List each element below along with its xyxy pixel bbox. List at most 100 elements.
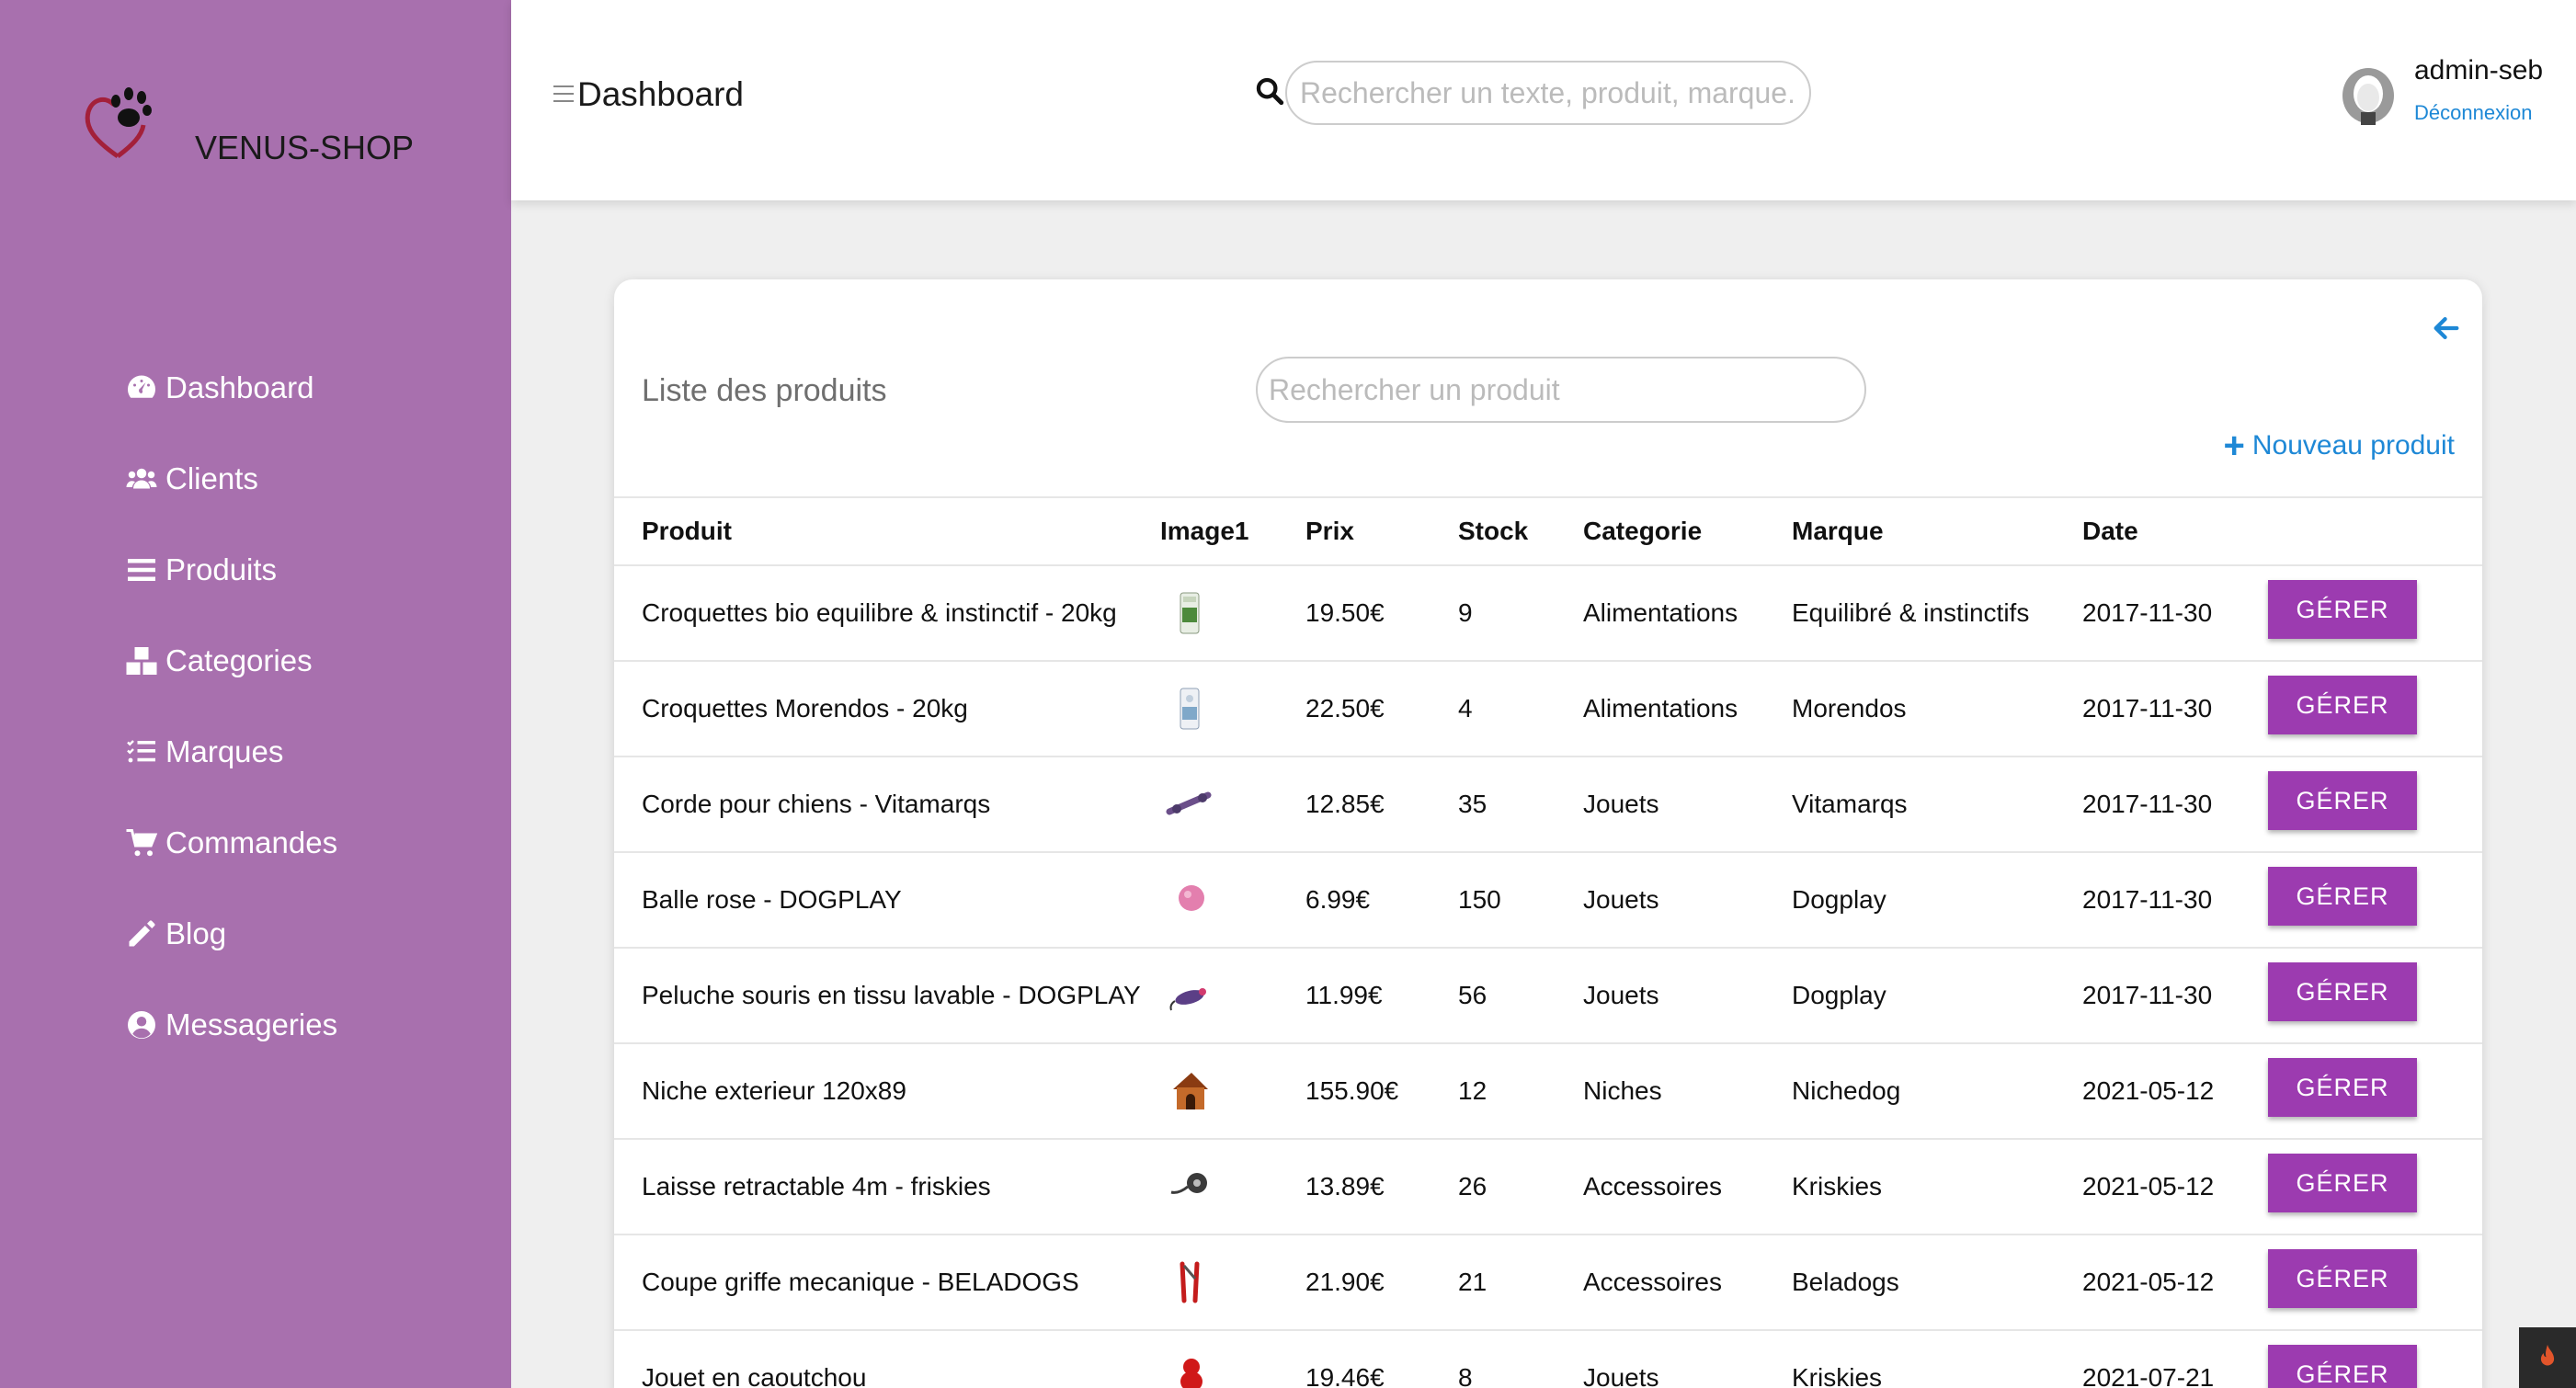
products-title: Liste des produits: [642, 373, 887, 408]
sidebar-item-messageries[interactable]: Messageries: [123, 979, 337, 1070]
boxes-icon: [123, 643, 160, 679]
avatar[interactable]: [2341, 66, 2396, 125]
sidebar-item-label: Produits: [165, 552, 278, 586]
product-category: Accessoires: [1583, 1234, 1792, 1331]
list-icon: [123, 552, 160, 588]
product-brand: Kriskies: [1792, 1330, 2082, 1388]
product-category: Jouets: [1583, 757, 1792, 853]
product-brand: Nichedog: [1792, 1043, 2082, 1140]
new-product-button[interactable]: + Nouveau produit: [2223, 426, 2455, 466]
product-stock: 21: [1458, 1234, 1583, 1331]
flame-icon: [2540, 1344, 2555, 1366]
product-category: Jouets: [1583, 948, 1792, 1044]
sidebar-item-dashboard[interactable]: Dashboard: [123, 342, 337, 433]
page-title: Dashboard: [577, 75, 745, 113]
sidebar-item-label: Blog: [165, 916, 227, 950]
sidebar: VENUS-SHOP Dashboard Clients Produits Ca…: [0, 0, 511, 1388]
brand-logo[interactable]: VENUS-SHOP: [81, 81, 414, 169]
manage-button[interactable]: GÉRER: [2268, 580, 2417, 639]
product-image-kibble-bag[interactable]: [1166, 587, 1212, 639]
sidebar-item-blog[interactable]: Blog: [123, 888, 337, 979]
product-name: Croquettes Morendos - 20kg: [614, 661, 1160, 757]
product-stock: 35: [1458, 757, 1583, 853]
product-image-doghouse[interactable]: [1166, 1065, 1212, 1117]
sidebar-item-produits[interactable]: Produits: [123, 524, 337, 615]
table-row: Niche exterieur 120x89 155.90€ 12 Niches…: [614, 1043, 2482, 1140]
product-image-rubber-toy[interactable]: [1166, 1352, 1212, 1388]
dashboard-icon: [123, 370, 160, 406]
product-name: Croquettes bio equilibre & instinctif - …: [614, 565, 1160, 662]
product-image-pink-ball[interactable]: [1166, 874, 1212, 926]
debug-toolbar-toggle[interactable]: [2519, 1327, 2576, 1388]
manage-button[interactable]: GÉRER: [2268, 1249, 2417, 1308]
table-row: Balle rose - DOGPLAY 6.99€ 150 Jouets Do…: [614, 852, 2482, 949]
manage-button[interactable]: GÉRER: [2268, 962, 2417, 1021]
product-price: 19.50€: [1305, 565, 1458, 662]
col-header-stock[interactable]: Stock: [1458, 496, 1583, 566]
table-row: Croquettes Morendos - 20kg 22.50€ 4 Alim…: [614, 661, 2482, 757]
new-product-label: Nouveau produit: [2251, 430, 2455, 461]
menu-toggle-icon[interactable]: [553, 85, 574, 106]
brand-name: VENUS-SHOP: [195, 129, 415, 166]
product-stock: 4: [1458, 661, 1583, 757]
user-circle-icon: [123, 1007, 160, 1043]
manage-button[interactable]: GÉRER: [2268, 1345, 2417, 1388]
product-image-nail-clipper[interactable]: [1166, 1257, 1212, 1308]
col-header-prix[interactable]: Prix: [1305, 496, 1458, 566]
manage-button[interactable]: GÉRER: [2268, 867, 2417, 926]
product-brand: Morendos: [1792, 661, 2082, 757]
sidebar-item-categories[interactable]: Categories: [123, 615, 337, 706]
product-price: 13.89€: [1305, 1139, 1458, 1235]
sidebar-item-label: Clients: [165, 461, 258, 495]
product-price: 21.90€: [1305, 1234, 1458, 1331]
search-icon[interactable]: [1254, 75, 1285, 107]
sidebar-item-clients[interactable]: Clients: [123, 433, 337, 524]
product-search-input[interactable]: [1256, 357, 1866, 423]
product-category: Jouets: [1583, 1330, 1792, 1388]
product-image-mouse-plush[interactable]: [1166, 970, 1212, 1021]
product-date: 2017-11-30: [2082, 852, 2268, 949]
product-image-rope-toy[interactable]: [1166, 779, 1212, 830]
product-date: 2017-11-30: [2082, 757, 2268, 853]
tasks-icon: [123, 734, 160, 770]
sidebar-item-marques[interactable]: Marques: [123, 706, 337, 797]
col-header-categorie[interactable]: Categorie: [1583, 496, 1792, 566]
product-stock: 8: [1458, 1330, 1583, 1388]
sidebar-item-label: Marques: [165, 734, 284, 768]
col-header-marque[interactable]: Marque: [1792, 496, 2082, 566]
product-stock: 26: [1458, 1139, 1583, 1235]
product-name: Peluche souris en tissu lavable - DOGPLA…: [614, 948, 1160, 1044]
product-date: 2021-05-12: [2082, 1043, 2268, 1140]
product-date: 2021-05-12: [2082, 1234, 2268, 1331]
sidebar-item-commandes[interactable]: Commandes: [123, 797, 337, 888]
manage-button[interactable]: GÉRER: [2268, 676, 2417, 734]
sidebar-nav: Dashboard Clients Produits Categories Ma…: [123, 342, 337, 1070]
cart-icon: [123, 825, 160, 861]
product-stock: 150: [1458, 852, 1583, 949]
product-price: 155.90€: [1305, 1043, 1458, 1140]
product-image-kibble-bag[interactable]: [1166, 683, 1212, 734]
plus-icon: +: [2223, 426, 2245, 466]
product-stock: 9: [1458, 565, 1583, 662]
product-date: 2017-11-30: [2082, 565, 2268, 662]
products-table: Produit Image1 Prix Stock Categorie Marq…: [614, 496, 2482, 1388]
product-image-leash[interactable]: [1166, 1161, 1212, 1212]
product-price: 11.99€: [1305, 948, 1458, 1044]
product-brand: Beladogs: [1792, 1234, 2082, 1331]
manage-button[interactable]: GÉRER: [2268, 771, 2417, 830]
sidebar-item-label: Dashboard: [165, 370, 314, 404]
col-header-actions: [2268, 496, 2482, 566]
logout-link[interactable]: Déconnexion: [2414, 101, 2532, 125]
product-name: Balle rose - DOGPLAY: [614, 852, 1160, 949]
product-name: Laisse retractable 4m - friskies: [614, 1139, 1160, 1235]
col-header-produit[interactable]: Produit: [614, 496, 1160, 566]
product-price: 12.85€: [1305, 757, 1458, 853]
manage-button[interactable]: GÉRER: [2268, 1154, 2417, 1212]
back-arrow-icon[interactable]: [2431, 313, 2462, 344]
product-date: 2021-05-12: [2082, 1139, 2268, 1235]
col-header-date[interactable]: Date: [2082, 496, 2268, 566]
table-row: Croquettes bio equilibre & instinctif - …: [614, 565, 2482, 662]
product-category: Accessoires: [1583, 1139, 1792, 1235]
manage-button[interactable]: GÉRER: [2268, 1058, 2417, 1117]
global-search-input[interactable]: [1285, 61, 1811, 125]
